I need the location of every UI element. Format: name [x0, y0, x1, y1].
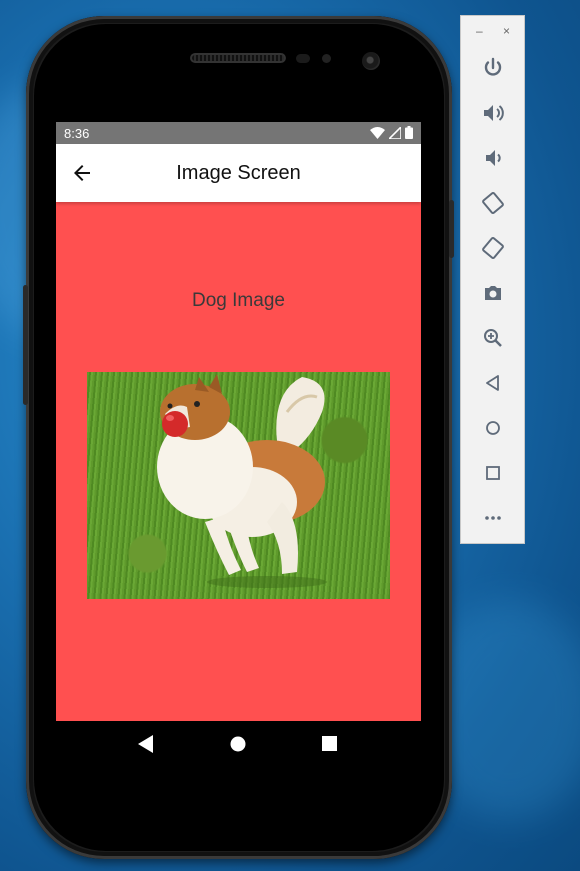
power-side-button[interactable] — [449, 200, 454, 258]
front-camera — [362, 52, 380, 70]
emulator-toolbar: – × — [460, 15, 525, 544]
overview-icon[interactable] — [481, 461, 505, 485]
more-icon[interactable] — [481, 506, 505, 530]
status-icons — [370, 126, 413, 139]
volume-side-button[interactable] — [23, 285, 28, 405]
dog-image — [87, 372, 390, 599]
cell-signal-icon — [389, 126, 401, 139]
rotate-left-icon[interactable] — [481, 191, 505, 215]
close-button[interactable]: × — [503, 24, 510, 38]
toolbar-window-controls: – × — [461, 24, 524, 38]
proximity-sensor — [296, 54, 310, 63]
status-time: 8:36 — [64, 126, 90, 141]
light-sensor — [322, 54, 331, 63]
device-screen: 8:36 Image Screen Dog Image — [56, 122, 421, 770]
rotate-right-icon[interactable] — [481, 236, 505, 260]
page-title: Image Screen — [176, 162, 301, 184]
wifi-icon — [370, 126, 385, 139]
app-bar: Image Screen — [56, 144, 421, 202]
power-icon[interactable] — [481, 56, 505, 80]
recents-square-icon[interactable] — [322, 735, 338, 753]
back-icon[interactable] — [481, 371, 505, 395]
home-circle-icon[interactable] — [230, 735, 246, 753]
dog-illustration — [157, 374, 327, 588]
zoom-icon[interactable] — [481, 326, 505, 350]
back-triangle-icon[interactable] — [138, 735, 154, 753]
battery-icon — [405, 126, 413, 139]
status-bar: 8:36 — [56, 122, 421, 144]
camera-icon[interactable] — [481, 281, 505, 305]
earpiece-speaker — [190, 53, 286, 63]
system-nav-bar — [56, 721, 421, 770]
image-caption: Dog Image — [192, 290, 285, 311]
minimize-button[interactable]: – — [476, 24, 483, 38]
volume-up-icon[interactable] — [481, 101, 505, 125]
home-icon[interactable] — [481, 416, 505, 440]
volume-down-icon[interactable] — [481, 146, 505, 170]
